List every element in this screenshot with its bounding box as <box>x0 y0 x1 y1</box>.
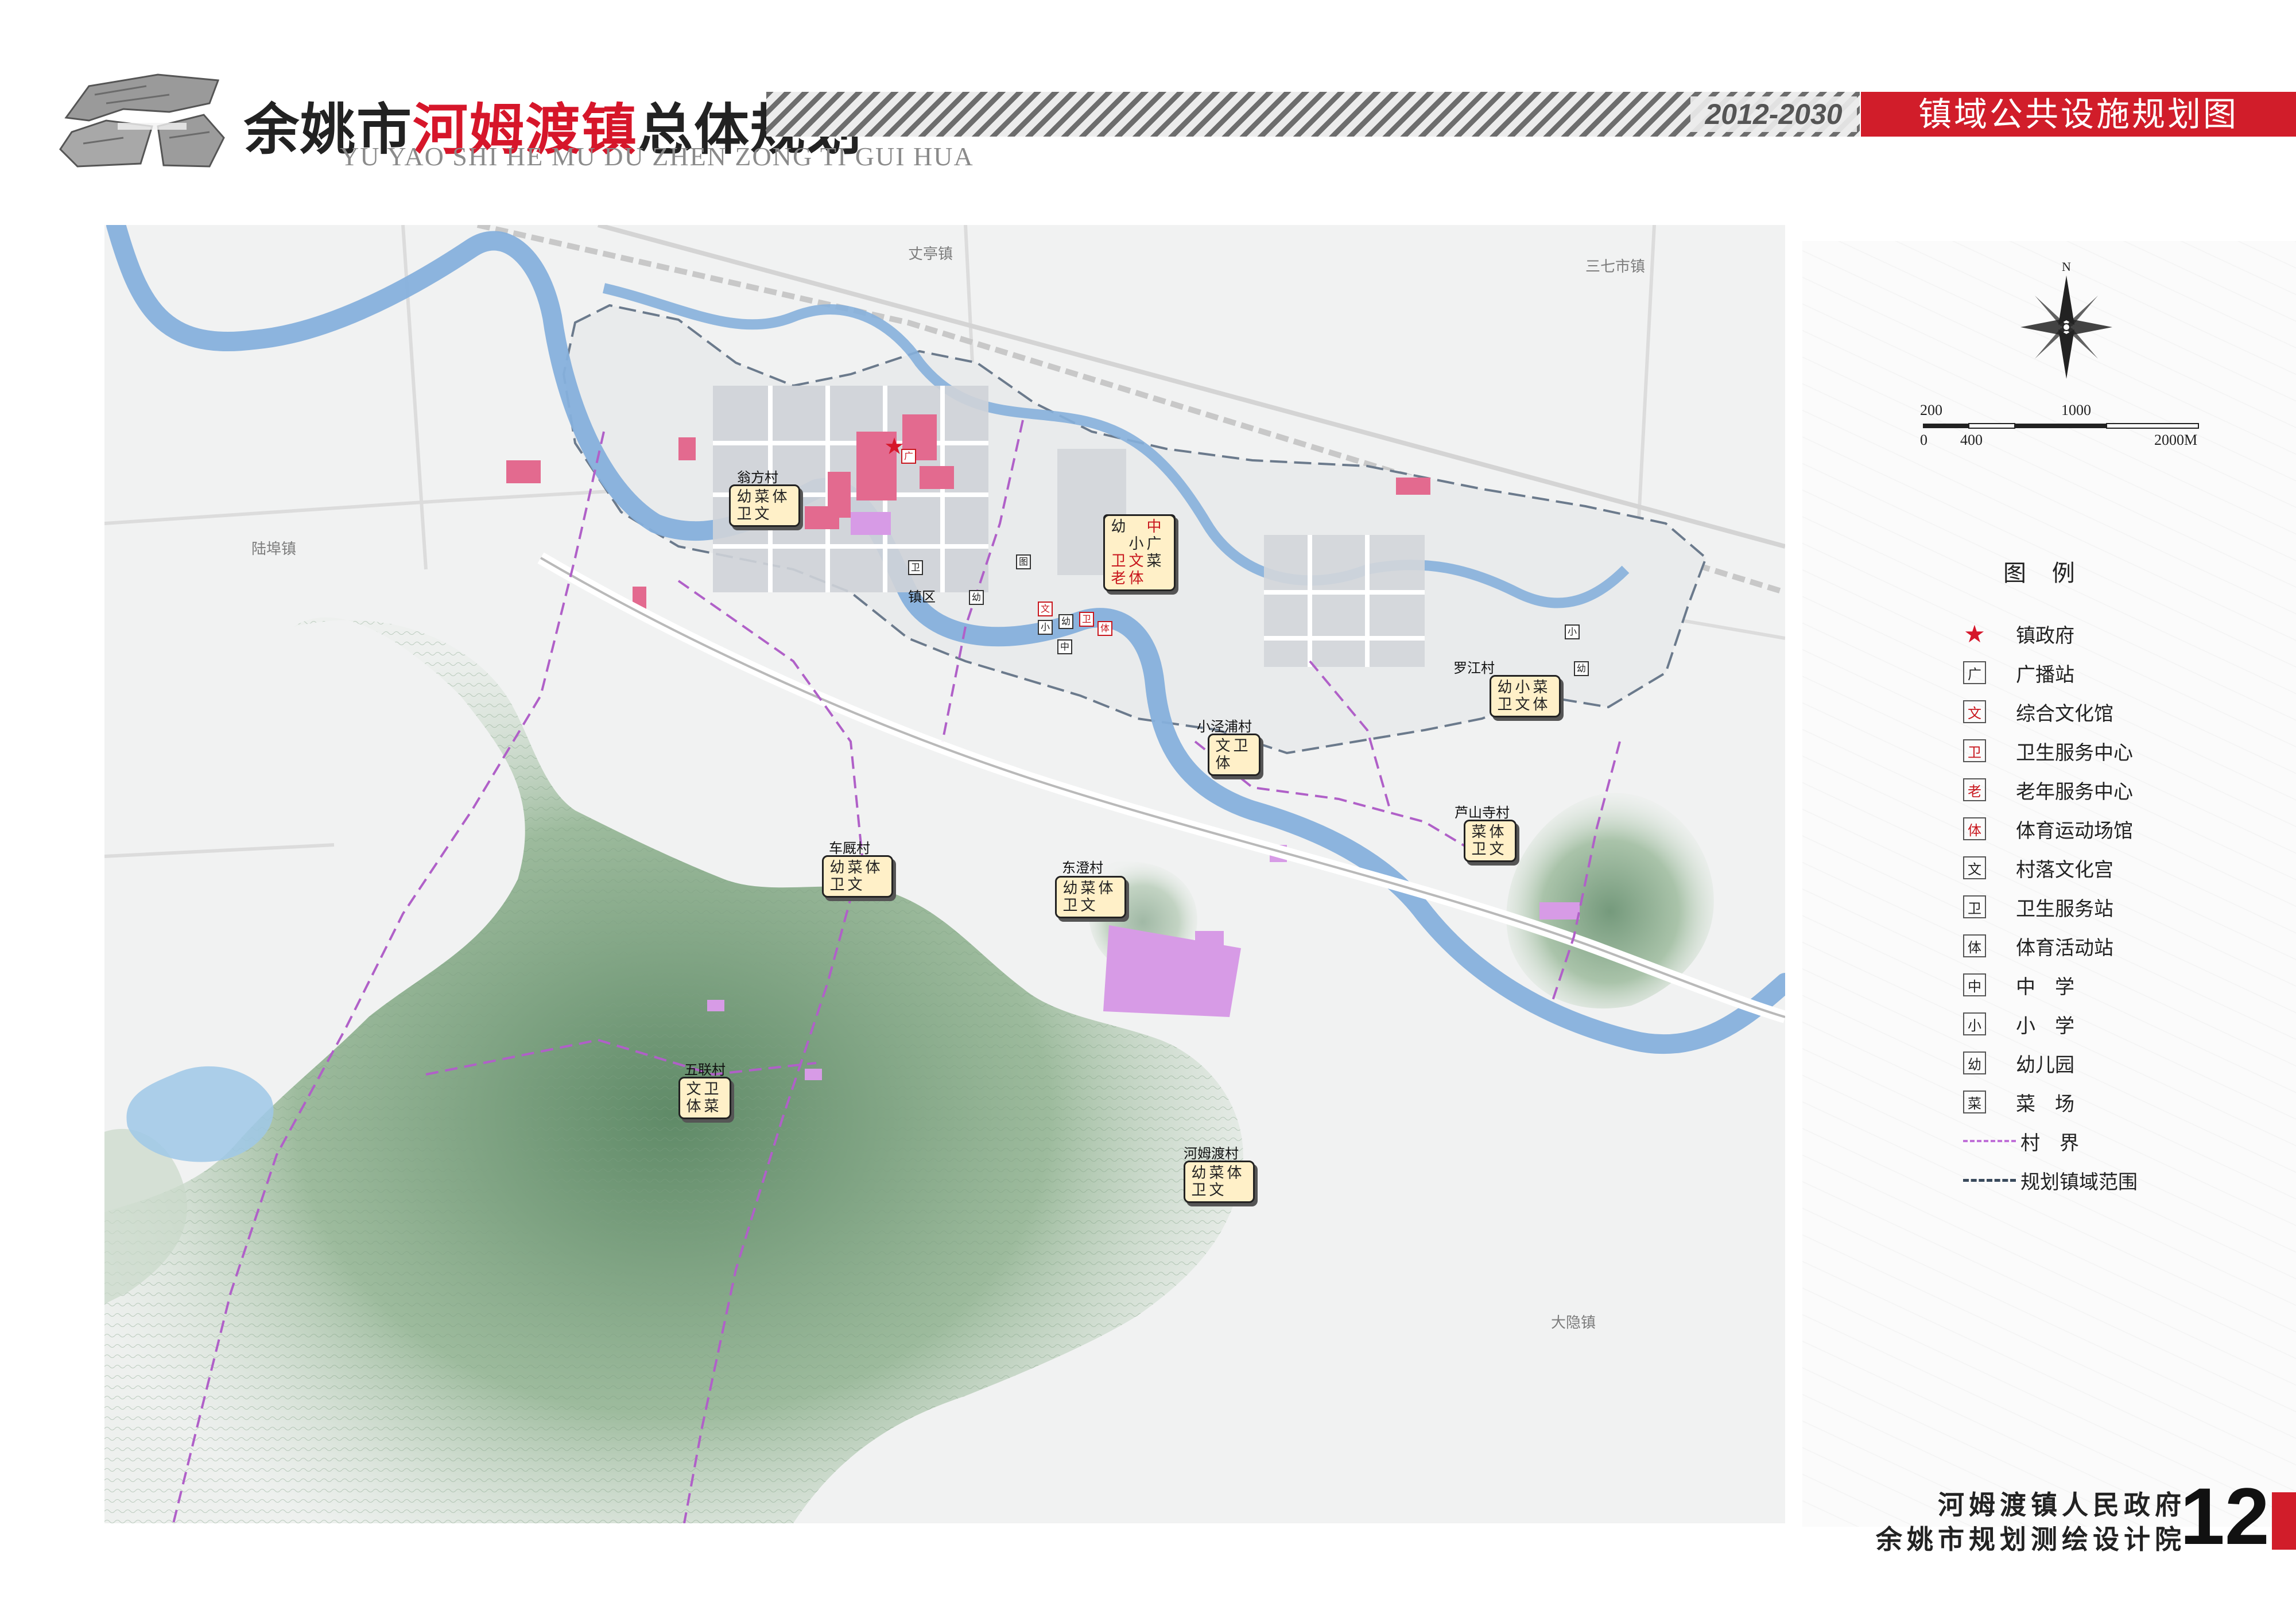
village-label: 芦山寺村 <box>1455 805 1510 821</box>
north-arrow-icon: N <box>2020 259 2112 379</box>
organization-government: 河姆渡镇人民政府 <box>1938 1489 2186 1520</box>
facility-marker[interactable]: 体 <box>1097 621 1112 636</box>
broadcast-icon: 广 <box>1963 661 1986 684</box>
scale-label-0: 0 <box>1920 432 1927 448</box>
stone-logo <box>59 73 225 168</box>
facility-marker[interactable]: 幼 <box>1574 661 1589 676</box>
legend-item: 老老年服务中心 <box>1963 770 2250 809</box>
place-luhuo: 陆埠镇 <box>251 541 297 558</box>
village-facility-badge[interactable]: 幼菜体卫文 <box>1184 1161 1255 1203</box>
village-facility-badge[interactable]: 菜体卫文 <box>1464 820 1517 862</box>
village-label: 罗江村 <box>1453 660 1495 676</box>
facility-marker[interactable]: 小 <box>1038 620 1053 635</box>
facility-marker[interactable]: 小 <box>1565 624 1580 639</box>
legend-item: 体体育运动场馆 <box>1963 809 2250 848</box>
legend-item: 文综合文化馆 <box>1963 692 2250 731</box>
town-center-facility-badge[interactable]: 幼中小广卫文菜老体 <box>1103 514 1176 591</box>
sports-station-icon: 体 <box>1963 934 1986 957</box>
star-icon: ★ <box>1964 619 1985 648</box>
kindergarten-icon: 幼 <box>1963 1051 1986 1074</box>
legend: ★ 镇政府 广广播站 文综合文化馆 卫卫生服务中心 老老年服务中心 体体育运动场馆… <box>1963 614 2250 1200</box>
legend-item: 卫卫生服务中心 <box>1963 731 2250 770</box>
facility-marker[interactable]: 中 <box>1057 639 1072 654</box>
scale-bar: 200 1000 0 400 2000M <box>1920 402 2207 453</box>
plan-title-pinyin: YU YAO SHI HE MU DU ZHEN ZONG TI GUI HUA <box>340 142 974 171</box>
village-label: 河姆渡村 <box>1184 1146 1239 1162</box>
north-label: N <box>2062 259 2071 274</box>
village-label: 五联村 <box>684 1062 726 1078</box>
facility-marker[interactable]: 文 <box>1038 602 1053 616</box>
village-boundary-line-icon <box>1963 1140 2016 1142</box>
village-label: 车厩村 <box>829 840 870 856</box>
village-culture-icon: 文 <box>1963 856 1986 879</box>
legend-title: 图 例 <box>2003 560 2084 587</box>
page-red-marker <box>2272 1492 2296 1550</box>
elderly-center-icon: 老 <box>1963 778 1986 801</box>
legend-item: 小小 学 <box>1963 1004 2250 1043</box>
facility-marker[interactable]: 卫 <box>1079 612 1094 627</box>
facility-marker[interactable]: 幼 <box>1058 614 1073 629</box>
facility-marker[interactable]: 广 <box>901 449 916 464</box>
legend-item: 卫卫生服务站 <box>1963 887 2250 926</box>
village-label: 东澄村 <box>1062 860 1103 876</box>
village-facility-badge[interactable]: 幼菜体卫文 <box>729 484 800 527</box>
scale-label-200: 200 <box>1920 402 1942 418</box>
village-facility-badge[interactable]: 文卫体 <box>1208 734 1261 776</box>
planning-boundary-line-icon <box>1963 1178 2016 1182</box>
facility-marker[interactable]: 卫 <box>908 560 923 575</box>
health-station-icon: 卫 <box>1963 895 1986 918</box>
village-facility-badge[interactable]: 幼菜体卫文 <box>822 855 893 898</box>
legend-item: ★ 镇政府 <box>1964 619 2074 648</box>
organization-block: 河姆渡镇人民政府 余姚市规划测绘设计院 <box>1876 1488 2186 1557</box>
planning-map[interactable]: ★ 丈亭镇 三七市镇 陆埠镇 大隐镇 镇区 翁方村 罗江村 小泾浦村 芦山寺村 … <box>104 225 1785 1523</box>
place-dayin: 大隐镇 <box>1551 1314 1596 1332</box>
health-center-icon: 卫 <box>1963 739 1986 762</box>
legend-item: 文村落文化宫 <box>1963 848 2250 887</box>
map-title: 镇域公共设施规划图 <box>1861 92 2296 137</box>
town-center-label: 镇区 <box>908 589 936 605</box>
facility-marker[interactable]: 图 <box>1016 554 1031 569</box>
legend-item: 菜菜 场 <box>1963 1082 2250 1122</box>
legend-item: 规划镇域范围 <box>1963 1161 2250 1200</box>
facility-marker[interactable]: 幼 <box>969 590 984 605</box>
page-number: 12 <box>2180 1471 2270 1561</box>
place-sanqishi: 三七市镇 <box>1585 258 1646 275</box>
legend-item: 体体育活动站 <box>1963 926 2250 965</box>
village-facility-badge[interactable]: 幼菜体卫文 <box>1055 876 1126 918</box>
village-facility-badge[interactable]: 文卫体菜 <box>678 1077 731 1119</box>
village-label: 小泾浦村 <box>1197 719 1252 735</box>
scale-label-1000: 1000 <box>2061 402 2091 418</box>
village-facility-badge[interactable]: 幼小菜卫文体 <box>1490 675 1561 717</box>
organization-institute: 余姚市规划测绘设计院 <box>1876 1524 2186 1555</box>
hill-terrain <box>104 617 1714 1523</box>
map-base-graphics: ★ <box>104 225 1785 1523</box>
village-label: 翁方村 <box>737 469 778 486</box>
market-icon: 菜 <box>1963 1091 1986 1113</box>
plan-years: 2012-2030 <box>1690 96 1857 132</box>
legend-item: 中中 学 <box>1963 965 2250 1004</box>
primary-school-icon: 小 <box>1963 1012 1986 1035</box>
culture-center-icon: 文 <box>1963 700 1986 723</box>
legend-item: 幼幼儿园 <box>1963 1043 2250 1082</box>
sports-venue-icon: 体 <box>1963 817 1986 840</box>
scale-label-2000m: 2000M <box>2154 432 2198 448</box>
middle-school-icon: 中 <box>1963 973 1986 996</box>
place-zhangting: 丈亭镇 <box>908 246 953 263</box>
legend-item: 广广播站 <box>1963 653 2250 692</box>
legend-item: 村 界 <box>1963 1122 2250 1161</box>
scale-label-400: 400 <box>1960 432 1983 448</box>
